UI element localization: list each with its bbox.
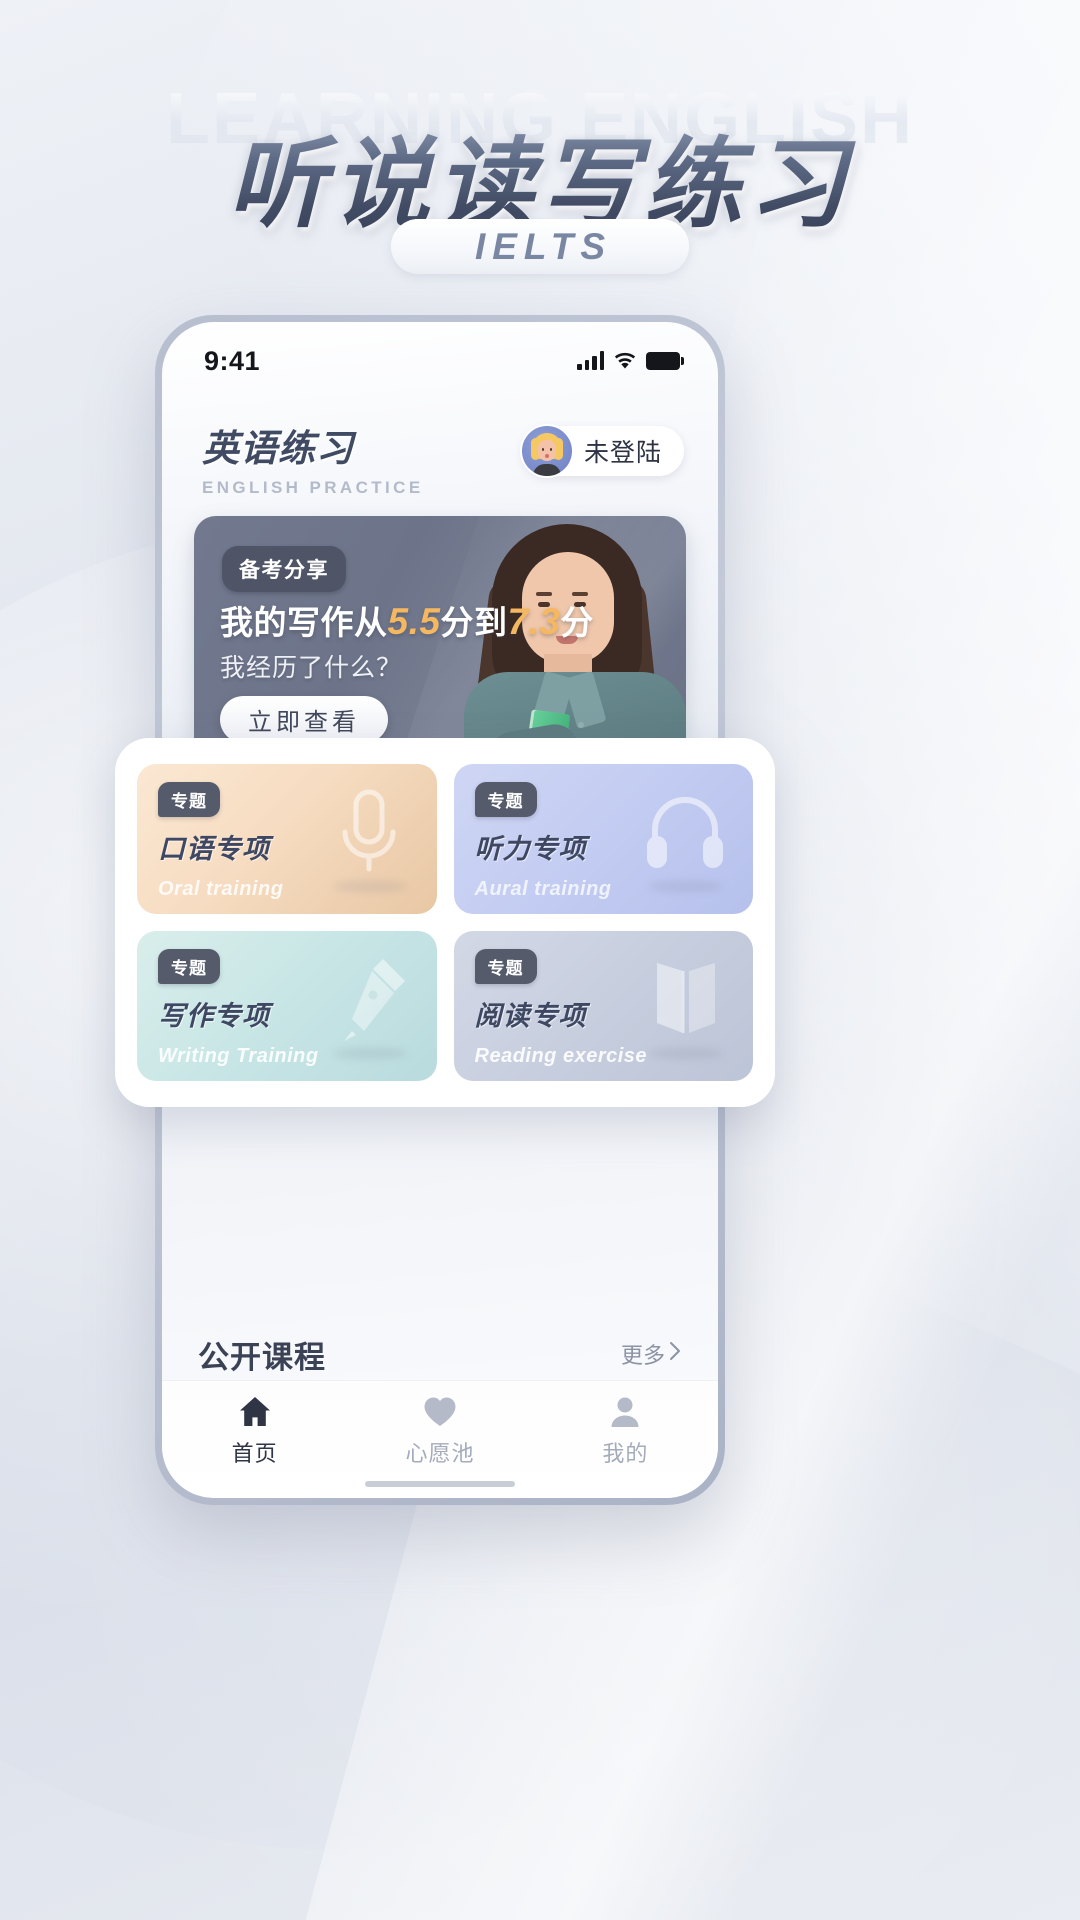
category-panel: 专题 口语专项 Oral training 专题 听力专项 Aural trai… (115, 738, 775, 1107)
tab-home-label: 首页 (231, 1441, 278, 1466)
category-grid: 专题 口语专项 Oral training 专题 听力专项 Aural trai… (137, 764, 753, 1081)
banner-headline-suffix: 分 (560, 604, 594, 641)
chevron-right-icon (669, 1341, 682, 1367)
banner-headline-mid: 分到 (440, 604, 508, 641)
category-card-reading[interactable]: 专题 阅读专项 Reading exercise (453, 931, 753, 1081)
hero-section: LEARNING ENGLISH 听说读写练习 IELTS (0, 0, 1080, 300)
category-badge: 专题 (474, 782, 537, 817)
page-title: 英语练习 (202, 428, 354, 469)
page-subtitle: ENGLISH PRACTICE (202, 478, 424, 497)
banner-tag: 备考分享 (222, 546, 346, 592)
tab-wishlist-label: 心愿池 (405, 1441, 475, 1466)
login-label: 未登陆 (583, 439, 662, 467)
more-label: 更多 (620, 1343, 665, 1368)
category-card-speaking[interactable]: 专题 口语专项 Oral training (137, 764, 437, 914)
headphones-icon (639, 784, 731, 888)
banner-score-to: 7.3 (507, 601, 561, 642)
open-book-icon (639, 951, 731, 1055)
status-bar-time: 9:41 (204, 346, 261, 376)
category-badge: 专题 (474, 949, 537, 984)
category-badge: 专题 (158, 949, 220, 984)
pen-nib-icon (323, 951, 415, 1055)
banner-headline-prefix: 我的写作从 (220, 604, 388, 641)
battery-icon (646, 351, 684, 370)
banner-subline: 我经历了什么？ (220, 654, 403, 682)
more-link[interactable]: 更多 (621, 1332, 682, 1370)
banner-cta-button[interactable]: 立即查看 (220, 696, 388, 743)
hero-ielts-label: IELTS (474, 225, 613, 267)
section-title: 公开课程 (198, 1340, 326, 1375)
category-card-listening[interactable]: 专题 听力专项 Aural training (453, 764, 753, 914)
promo-banner[interactable]: 备考分享 我的写作从5.5分到7.3分 我经历了什么？ 立即查看 (194, 516, 686, 764)
status-bar-icons (577, 346, 684, 370)
wifi-icon (613, 351, 637, 370)
app-header: 英语练习 ENGLISH PRACTICE 未登陆 (162, 396, 718, 498)
icon-shadow (332, 881, 407, 892)
banner-headline: 我的写作从5.5分到7.3分 (220, 596, 594, 644)
person-icon (607, 1395, 643, 1429)
home-indicator (365, 1481, 515, 1487)
tab-profile[interactable]: 我的 (533, 1395, 718, 1468)
icon-shadow (332, 1048, 407, 1059)
tab-home[interactable]: 首页 (162, 1395, 347, 1468)
home-icon (237, 1395, 273, 1429)
icon-shadow (649, 881, 723, 892)
status-bar: 9:41 (162, 322, 718, 396)
category-badge: 专题 (158, 782, 220, 817)
banner-score-from: 5.5 (387, 601, 441, 642)
avatar (521, 426, 572, 476)
tab-profile-label: 我的 (602, 1441, 649, 1466)
hero-ielts-badge: IELTS (391, 219, 689, 274)
icon-shadow (649, 1048, 723, 1059)
app-header-titles: 英语练习 ENGLISH PRACTICE (202, 418, 424, 498)
cellular-signal-icon (577, 351, 604, 370)
tab-wishlist[interactable]: 心愿池 (347, 1395, 532, 1468)
microphone-icon (323, 784, 415, 888)
category-card-writing[interactable]: 专题 写作专项 Writing Training (137, 931, 437, 1081)
heart-icon (422, 1395, 458, 1429)
bottom-tab-bar: 首页 心愿池 我的 (162, 1380, 718, 1498)
login-button[interactable]: 未登陆 (521, 426, 684, 476)
